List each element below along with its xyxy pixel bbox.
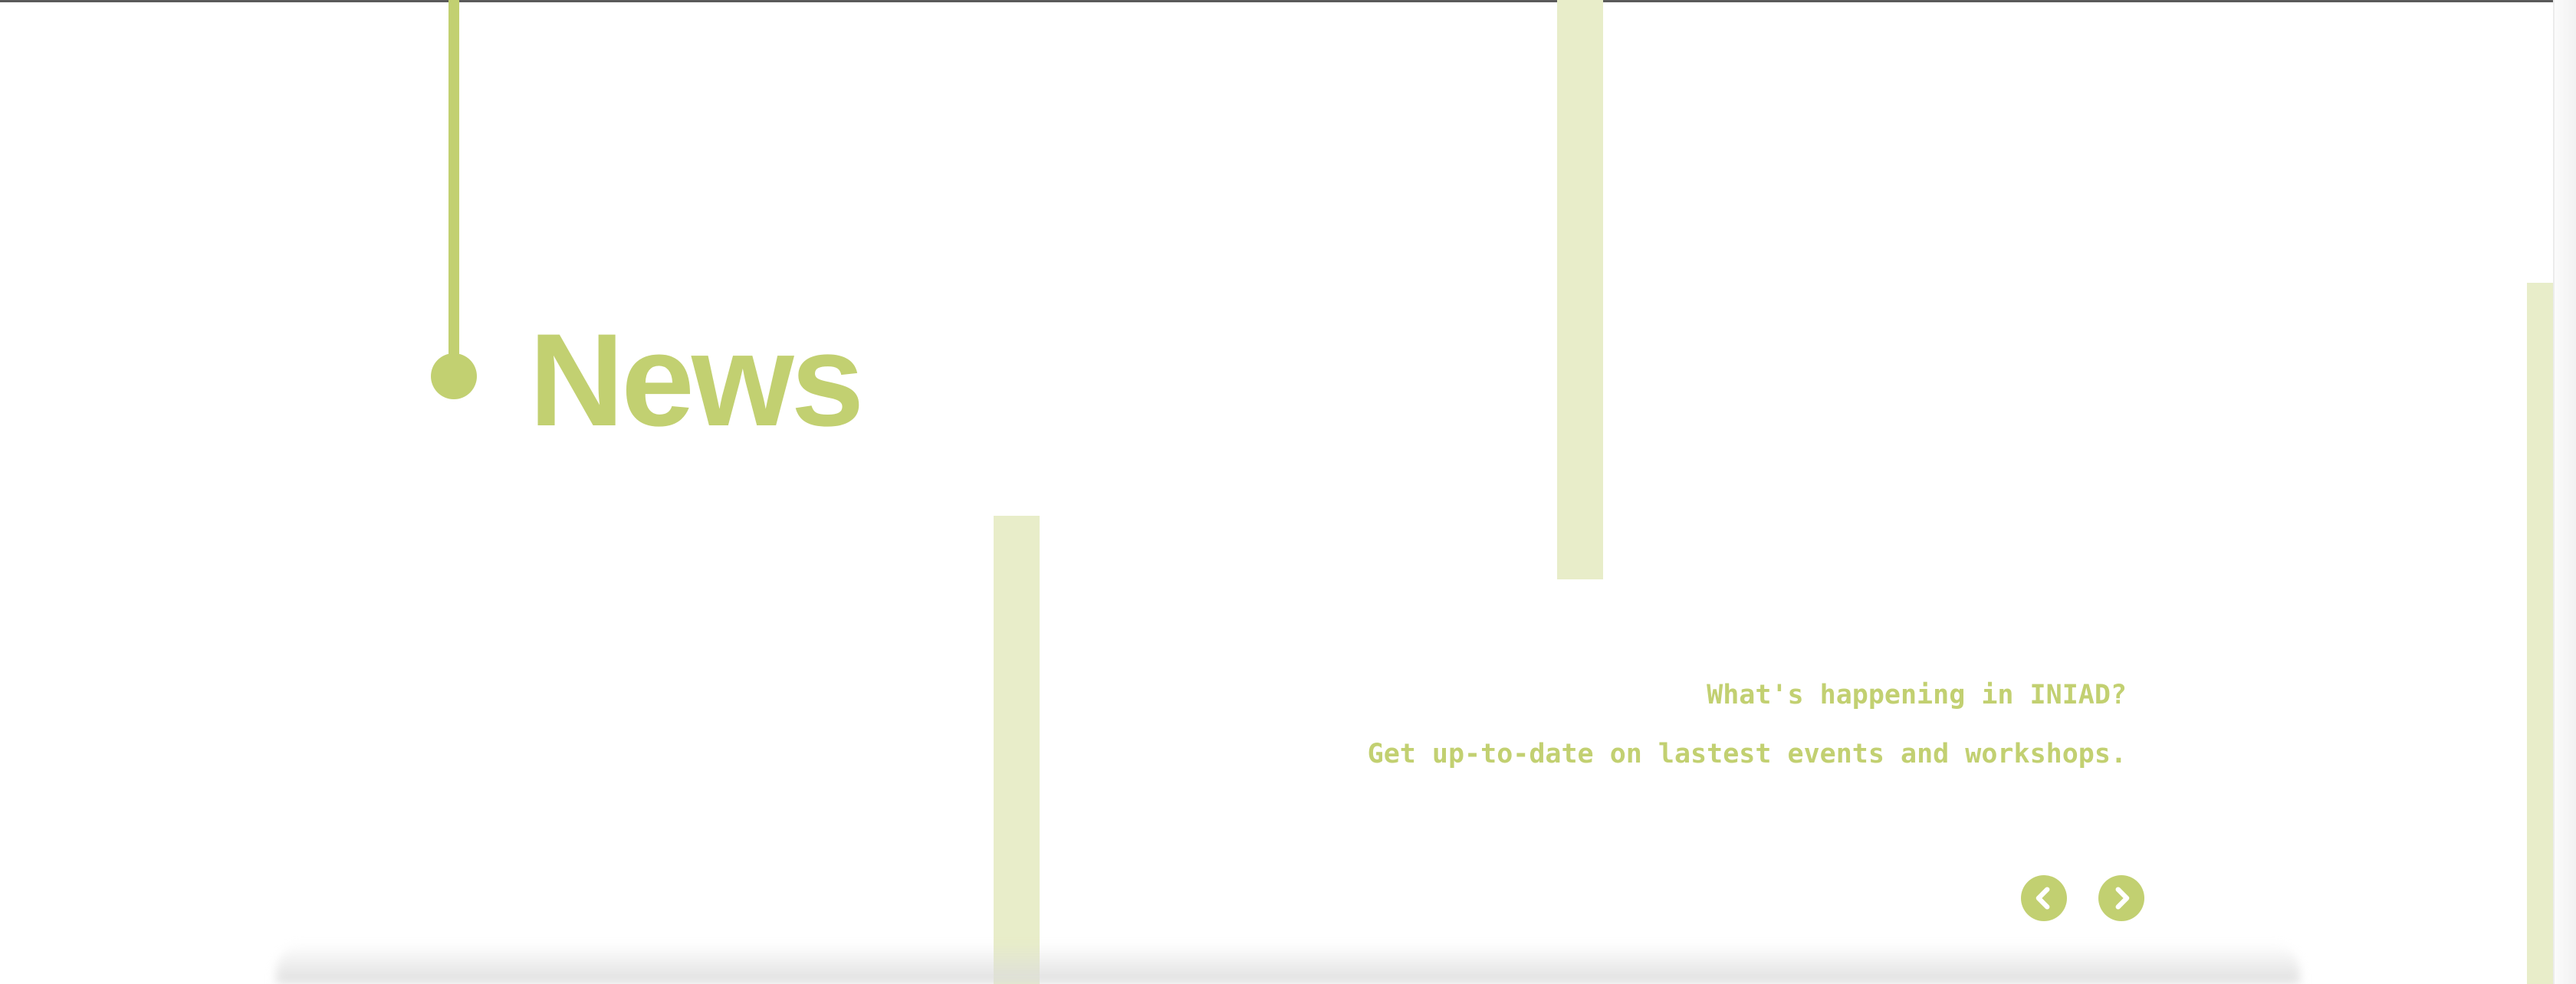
chevron-right-icon	[2108, 885, 2134, 911]
chevron-left-icon	[2031, 885, 2057, 911]
section-title: News	[529, 307, 864, 454]
timeline-line	[449, 0, 459, 360]
decorative-bar	[2527, 283, 2553, 984]
card-shadow	[276, 943, 2300, 984]
next-button[interactable]	[2098, 875, 2144, 921]
timeline-dot	[431, 353, 477, 399]
section-subtitle: What's happening in INIAD?	[1707, 680, 2127, 710]
window-top-border	[0, 0, 2576, 2]
section-description: Get up-to-date on lastest events and wor…	[1367, 739, 2127, 769]
decorative-bar	[994, 516, 1040, 984]
previous-button[interactable]	[2021, 875, 2067, 921]
scrollbar-track[interactable]	[2553, 0, 2576, 984]
decorative-bar	[1557, 0, 1603, 579]
